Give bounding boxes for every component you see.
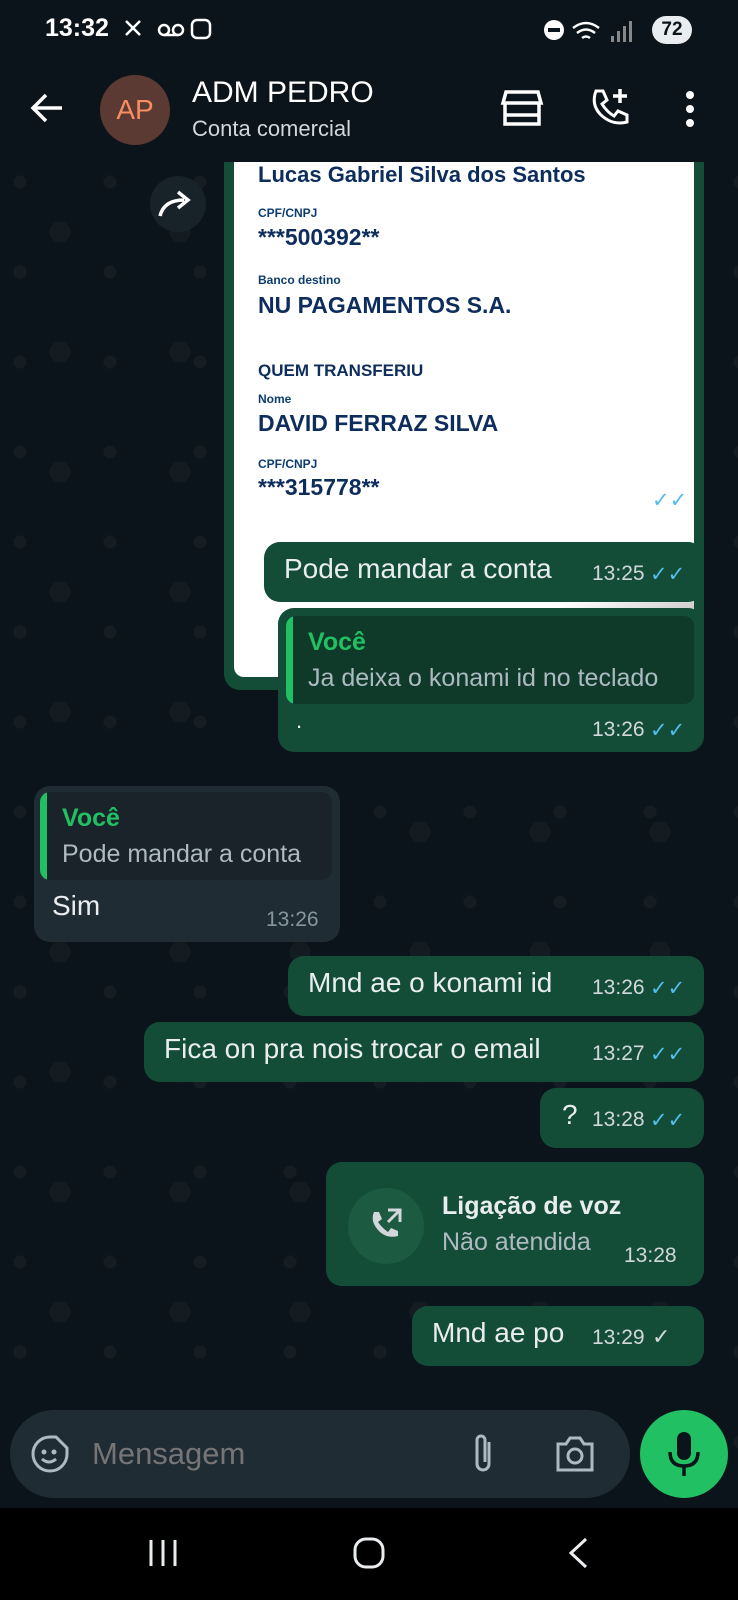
outgoing-reply-message[interactable]: Você Ja deixa o konami id no teclado . 1… [278,608,704,752]
more-options-icon[interactable] [684,90,696,128]
read-ticks-icon: ✓✓ [650,719,686,742]
call-icon-circle [348,1188,424,1264]
read-ticks-icon: ✓✓ [652,489,688,512]
outgoing-message[interactable]: Fica on pra nois trocar o email 13:27 ✓✓ [144,1022,704,1082]
camera-icon[interactable] [554,1434,596,1474]
receipt-cpf-value: ***500392** [258,224,380,250]
receipt-cpf-label-2: CPF/CNPJ [258,457,318,471]
system-navigation-bar [0,1508,738,1600]
receipt-bank-label: Banco destino [258,273,341,287]
read-ticks-icon: ✓✓ [650,563,686,586]
message-time: 13:25 [594,488,647,511]
missed-call-message[interactable]: Ligação de voz Não atendida 13:28 [326,1162,704,1286]
receipt-name-label: Nome [258,392,292,406]
contact-subtitle: Conta comercial [192,116,351,141]
back-arrow-icon[interactable] [28,90,64,126]
read-ticks-icon: ✓✓ [650,1043,686,1066]
read-ticks-icon: ✓✓ [650,1109,686,1132]
sent-tick-icon: ✓ [652,1324,671,1349]
message-input[interactable] [92,1436,452,1472]
attach-icon[interactable] [468,1432,498,1476]
forward-button[interactable] [150,176,206,232]
battery-indicator: 72 [652,16,692,44]
outgoing-message[interactable]: Pode mandar a conta 13:25 ✓✓ [264,542,704,602]
status-bar: 13:32 72 [0,0,738,62]
sticker-icon[interactable] [30,1434,70,1474]
avatar[interactable]: AP [100,75,170,145]
microphone-icon [668,1432,700,1476]
chat-header: AP ADM PEDRO Conta comercial [0,62,738,162]
receipt-section-title: QUEM TRANSFERIU [258,361,424,380]
add-call-icon[interactable] [588,86,632,130]
contact-name[interactable]: ADM PEDRO [192,76,374,110]
home-icon[interactable] [352,1536,386,1570]
outgoing-message[interactable]: Mnd ae po 13:29 ✓ [412,1306,704,1366]
read-ticks-icon: ✓✓ [650,977,686,1000]
chat-area[interactable]: Lucas Gabriel Silva dos Santos CPF/CNPJ … [0,162,738,1510]
recent-apps-icon[interactable] [148,1538,178,1568]
outgoing-message[interactable]: Mnd ae o konami id 13:26 ✓✓ [288,956,704,1016]
outgoing-message[interactable]: ? 13:28 ✓✓ [540,1088,704,1148]
receipt-name-value: DAVID FERRAZ SILVA [258,410,499,436]
receipt-cpf-label: CPF/CNPJ [258,206,318,220]
forward-icon [158,190,191,217]
receipt-partial-name: Lucas Gabriel Silva dos Santos [258,162,586,187]
message-composer [10,1410,630,1498]
receipt-cpf-value-2: ***315778** [258,474,380,500]
incoming-reply-message[interactable]: Você Pode mandar a conta Sim 13:26 [34,786,340,942]
status-time: 13:32 [45,14,109,42]
missed-call-icon [372,1208,402,1237]
receipt-bank-value: NU PAGAMENTOS S.A. [258,292,512,318]
system-icons [544,20,632,42]
quoted-message[interactable]: Você Pode mandar a conta [40,792,332,880]
quoted-message[interactable]: Você Ja deixa o konami id no teclado [286,616,694,704]
back-nav-icon[interactable] [566,1536,590,1570]
voice-record-button[interactable] [640,1410,728,1498]
notification-icons [125,18,212,40]
store-icon[interactable] [500,88,544,128]
